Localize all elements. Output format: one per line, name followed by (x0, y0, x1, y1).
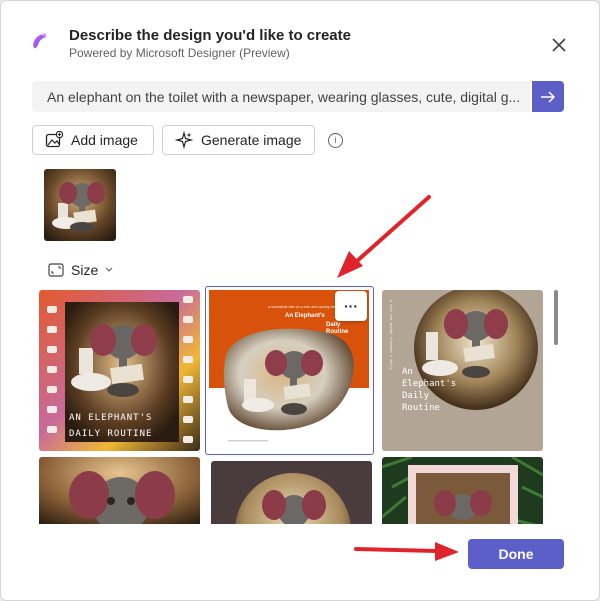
info-icon[interactable]: i (328, 133, 343, 148)
orange-blob-title-2: Daily (326, 322, 341, 328)
close-button[interactable] (547, 33, 571, 57)
add-image-label: Add image (71, 132, 138, 148)
designer-dialog: Describe the design you'd like to create… (0, 0, 600, 601)
done-button[interactable]: Done (468, 539, 564, 569)
arrow-right-icon (541, 90, 556, 103)
more-options-button[interactable]: ··· (335, 291, 367, 321)
prompt-field (32, 81, 530, 112)
annotation-arrow-to-done (354, 542, 459, 561)
generate-image-label: Generate image (201, 132, 302, 148)
orange-blob-title-3: Routine (326, 329, 349, 335)
done-label: Done (498, 546, 534, 562)
design-card-portrait[interactable] (39, 457, 200, 524)
design-card-film-strip[interactable]: AN ELEPHANT'S DAILY ROUTINE (39, 290, 200, 451)
generate-image-button[interactable]: Generate image (162, 125, 315, 155)
close-icon (552, 38, 566, 52)
dialog-subtitle: Powered by Microsoft Designer (Preview) (69, 46, 290, 60)
designer-logo-icon (25, 27, 53, 55)
film-strip-line-1: AN ELEPHANT'S (69, 413, 152, 423)
orange-blob-title-1: An Elephant's (285, 313, 325, 319)
prompt-input[interactable] (45, 87, 529, 106)
design-card-tan-circle[interactable]: a cute and spunky elephant's daily An El… (382, 290, 543, 451)
design-grid-scrollbar[interactable] (554, 290, 558, 345)
design-grid: AN ELEPHANT'S DAILY ROUTINE a somewhat r… (37, 286, 549, 524)
more-options-icon: ··· (344, 298, 358, 314)
tan-circle-vertical-caption: a cute and spunky elephant's daily (389, 300, 393, 369)
design-card-dark-circle[interactable] (211, 461, 372, 524)
add-image-button[interactable]: Add image (32, 125, 154, 155)
orange-blob-small-caption: a somewhat ride on a cute and spunky ele… (268, 305, 344, 309)
tan-circle-line-3: Daily (402, 391, 430, 401)
size-label: Size (71, 262, 99, 278)
send-button[interactable] (532, 81, 564, 112)
tan-circle-line-1: An (402, 367, 413, 377)
sparkle-icon (175, 131, 193, 149)
tan-circle-line-2: Elephant's (402, 379, 456, 389)
chevron-down-icon (105, 267, 113, 272)
uploaded-image-thumbnail[interactable] (44, 169, 116, 241)
film-strip-line-2: DAILY ROUTINE (69, 429, 152, 439)
size-dropdown[interactable]: Size (48, 261, 113, 279)
annotation-arrow-to-design (337, 195, 431, 278)
design-card-green-frame[interactable] (382, 457, 543, 524)
resize-icon (48, 263, 64, 277)
add-image-icon (45, 131, 63, 148)
tan-circle-line-4: Routine (402, 403, 440, 413)
design-card-orange-blob[interactable]: a somewhat ride on a cute and spunky ele… (205, 286, 374, 455)
dialog-title: Describe the design you'd like to create (69, 27, 351, 44)
